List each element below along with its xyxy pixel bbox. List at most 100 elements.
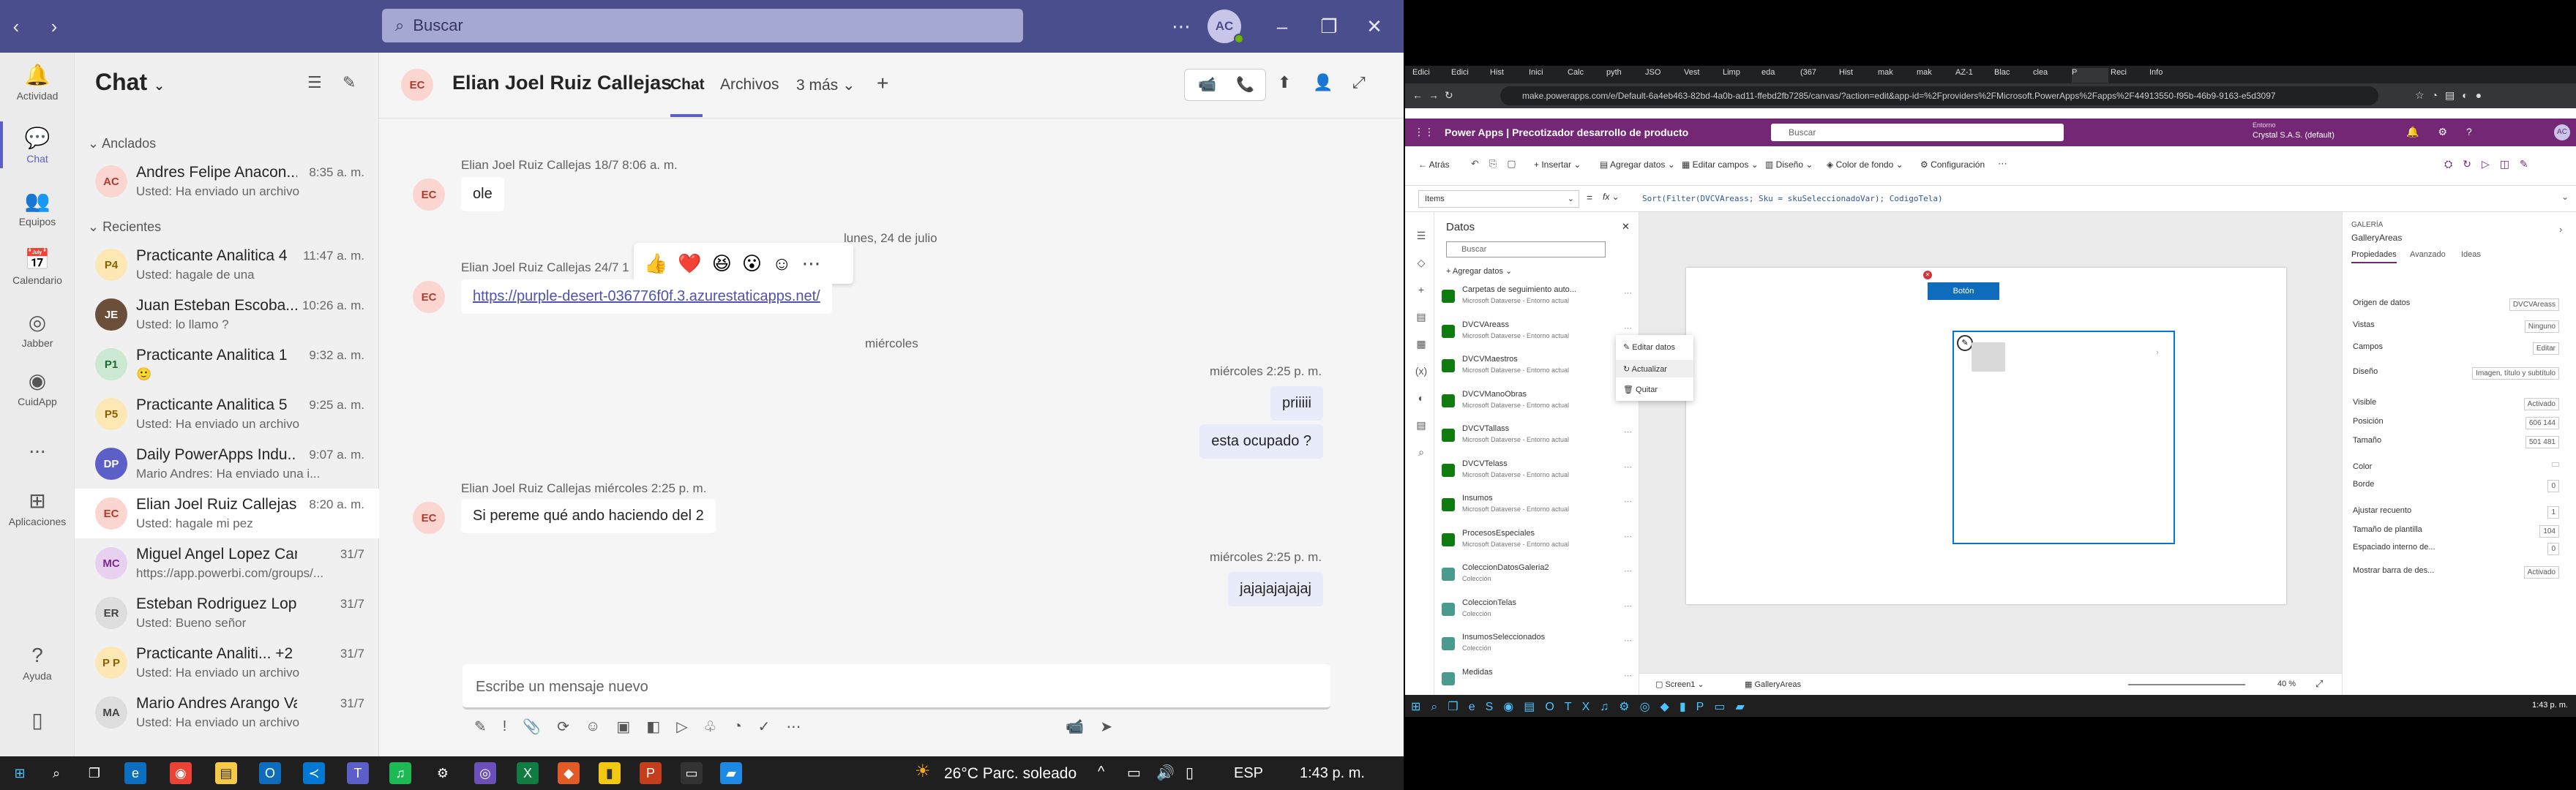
data-source-item[interactable]: Medidas ⋯ xyxy=(1442,665,1632,697)
explorer-icon[interactable]: ▤ xyxy=(215,762,237,784)
data-source-item[interactable]: ProcesosEspeciales Microsoft Dataverse -… xyxy=(1442,526,1632,558)
more-options-icon[interactable]: ⋯ xyxy=(1624,532,1632,541)
clock[interactable]: 1:43 p. m. xyxy=(1300,765,1365,782)
property-row[interactable]: Tamaño 501 481 xyxy=(2353,436,2565,454)
menu-item-refresh[interactable]: ↻ Actualizar xyxy=(1623,364,1667,374)
fx-icon[interactable]: fx ⌄ xyxy=(1603,192,1620,202)
property-row[interactable]: Color xyxy=(2353,462,2565,480)
rail-item-cuidapp[interactable]: ◉ CuidApp xyxy=(0,369,75,407)
edge-icon[interactable]: e xyxy=(124,762,146,784)
tab-ideas[interactable]: Ideas xyxy=(2461,250,2481,259)
people-icon[interactable]: 👤 xyxy=(1313,73,1333,92)
add-data-button[interactable]: ▤ Agregar datos ⌄ xyxy=(1600,159,1675,170)
format-icon[interactable]: ✎ xyxy=(474,718,487,736)
chat-list-item[interactable]: P5 Practicante Analitica 5 9:25 a. m. Us… xyxy=(75,389,379,439)
more-apps-icon[interactable]: ... xyxy=(0,434,75,458)
property-value[interactable]: 0 xyxy=(2547,480,2559,492)
property-value[interactable]: Activado xyxy=(2523,398,2559,410)
more-options-icon[interactable]: ⋯ xyxy=(1165,0,1197,53)
property-value[interactable]: 104 xyxy=(2539,525,2559,538)
add-reaction-icon[interactable]: ☺ xyxy=(772,252,792,275)
browser-tab[interactable]: mak xyxy=(1878,68,1914,83)
volume-icon[interactable]: 🔊 xyxy=(1156,764,1175,782)
browser-tab[interactable]: Edici xyxy=(1412,68,1449,83)
loop-icon[interactable]: ⟳ xyxy=(557,718,569,736)
more-options-icon[interactable]: ⋯ xyxy=(1624,636,1632,645)
edit-gallery-icon[interactable]: ✎ xyxy=(1957,335,1973,351)
spotify-icon[interactable]: ♫ xyxy=(389,762,411,784)
menu-item-remove[interactable]: 🗑 Quitar xyxy=(1623,385,1658,394)
property-value[interactable]: 501 481 xyxy=(2525,436,2559,448)
data-search-input[interactable]: Buscar xyxy=(1446,241,1606,257)
tab-more[interactable]: 3 más ⌄ xyxy=(796,76,855,94)
layout-button[interactable]: ▥ Diseño ⌄ xyxy=(1765,159,1813,170)
browser-tab[interactable]: pyth xyxy=(1606,68,1643,83)
insert-button[interactable]: + Insertar ⌄ xyxy=(1534,159,1581,170)
app-icon[interactable]: ▰ xyxy=(720,762,742,784)
search-icon[interactable]: ⌕ xyxy=(45,762,67,784)
chat-list-item[interactable]: JE Juan Esteban Escoba... 10:26 a. m. Us… xyxy=(75,290,379,339)
more-options-icon[interactable]: ⋯ xyxy=(1624,323,1632,333)
more-options-icon[interactable]: ⋯ xyxy=(1624,497,1632,506)
add-tab-icon[interactable]: + xyxy=(877,72,888,95)
tab-chat[interactable]: Chat xyxy=(670,76,705,94)
battery-icon[interactable]: ▯ xyxy=(1186,764,1194,782)
chevron-down-icon[interactable]: ⌄ xyxy=(154,78,165,93)
property-value[interactable]: Imagen, título y subtítulo xyxy=(2472,367,2559,380)
extension-icons[interactable]: ☆◔▤◐● xyxy=(2415,89,2489,102)
reload-icon[interactable]: ↻ xyxy=(1445,89,1453,102)
browser-tab[interactable]: Limp xyxy=(1723,68,1759,83)
canvas-button[interactable]: Botón xyxy=(1928,282,1999,300)
property-value[interactable]: Editar xyxy=(2532,342,2559,355)
property-row[interactable]: Tamaño de plantilla 104 xyxy=(2353,525,2565,543)
data-source-item[interactable]: ColeccionTelas Colección ⋯ xyxy=(1442,595,1632,628)
browser-tab[interactable]: Info xyxy=(2149,68,2186,83)
excel-icon[interactable]: X xyxy=(517,762,539,784)
browser-tab[interactable]: eda xyxy=(1761,68,1798,83)
share-screen-icon[interactable]: ⬆ xyxy=(1278,73,1291,92)
browser-tab[interactable]: Vest xyxy=(1684,68,1721,83)
property-row[interactable]: Visible Activado xyxy=(2353,398,2565,415)
data-source-item[interactable]: DVCVMaestros Microsoft Dataverse - Entor… xyxy=(1442,352,1632,384)
pinned-section-header[interactable]: ⌄ Anclados xyxy=(88,136,156,151)
browser-tab[interactable]: (367 xyxy=(1800,68,1837,83)
settings-button[interactable]: ⚙ Configuración xyxy=(1920,159,1985,170)
chat-list-item[interactable]: ER Esteban Rodriguez Lopez 31/7 Usted: B… xyxy=(75,588,379,638)
start-icon[interactable]: ⊞ xyxy=(9,762,31,784)
background-color-button[interactable]: ◈ Color de fondo ⌄ xyxy=(1827,159,1903,170)
sticker-icon[interactable]: ◧ xyxy=(646,718,660,736)
undo-redo-icons[interactable]: ↶⎘▢ xyxy=(1471,158,1527,170)
send-icon[interactable]: ➤ xyxy=(1100,718,1112,736)
vscode-icon[interactable]: ≺ xyxy=(303,762,325,784)
data-source-item[interactable]: InsumosSeleccionados Colección ⋯ xyxy=(1442,630,1632,662)
browser-tab[interactable]: Blac xyxy=(1994,68,2031,83)
recent-section-header[interactable]: ⌄ Recientes xyxy=(88,219,161,235)
chat-list-item[interactable]: P1 Practicante Analitica 1 9:32 a. m. 🙂 xyxy=(75,339,379,389)
data-source-item[interactable]: DVCVManoObras Microsoft Dataverse - Ento… xyxy=(1442,387,1632,419)
teams-search-input[interactable]: ⌕ Buscar xyxy=(382,9,1023,42)
app-icon[interactable]: ◎ xyxy=(474,762,496,784)
schedule-icon[interactable]: ◔ xyxy=(733,718,742,735)
property-row[interactable]: Ajustar recuento 1 xyxy=(2353,506,2565,524)
property-row[interactable]: Vistas Ninguno xyxy=(2353,320,2565,338)
new-chat-icon[interactable]: ✎ xyxy=(342,73,356,92)
more-options-icon[interactable]: ⋯ xyxy=(1624,462,1632,472)
more-icon[interactable]: ⋯ xyxy=(786,718,801,736)
gallery-breadcrumb[interactable]: ▦ GalleryAreas xyxy=(1745,680,1801,689)
property-row[interactable]: Espaciado interno de... 0 xyxy=(2353,543,2565,560)
expand-formula-icon[interactable]: ⌄ xyxy=(2561,192,2569,202)
data-source-item[interactable]: Insumos Microsoft Dataverse - Entorno ac… xyxy=(1442,491,1632,523)
menu-item-edit-data[interactable]: ✎ Editar datos xyxy=(1623,342,1675,352)
send-later-icon[interactable]: ▷ xyxy=(676,718,687,736)
forward-icon[interactable]: → xyxy=(1429,89,1439,101)
more-options-icon[interactable]: ⋯ xyxy=(1624,427,1632,437)
gallery-control[interactable]: ✎ › xyxy=(1952,331,2175,544)
property-dropdown[interactable]: Items ⌄ xyxy=(1418,190,1579,208)
powerpoint-icon[interactable]: P xyxy=(640,762,662,784)
powerbi-icon[interactable]: ▮ xyxy=(599,762,621,784)
clock[interactable]: 1:43 p. m. xyxy=(2532,701,2568,710)
powerapps-search-input[interactable]: Buscar xyxy=(1771,124,2064,141)
taskbar-icons[interactable]: ⊞⌕❐eS◉▤OTX♫⚙◎◆▮P▭▰ xyxy=(1411,699,1755,714)
chat-list-item[interactable]: AC Andres Felipe Anacon... 8:35 a. m. Us… xyxy=(75,157,379,206)
video-clip-icon[interactable]: 📹 xyxy=(1066,718,1084,736)
